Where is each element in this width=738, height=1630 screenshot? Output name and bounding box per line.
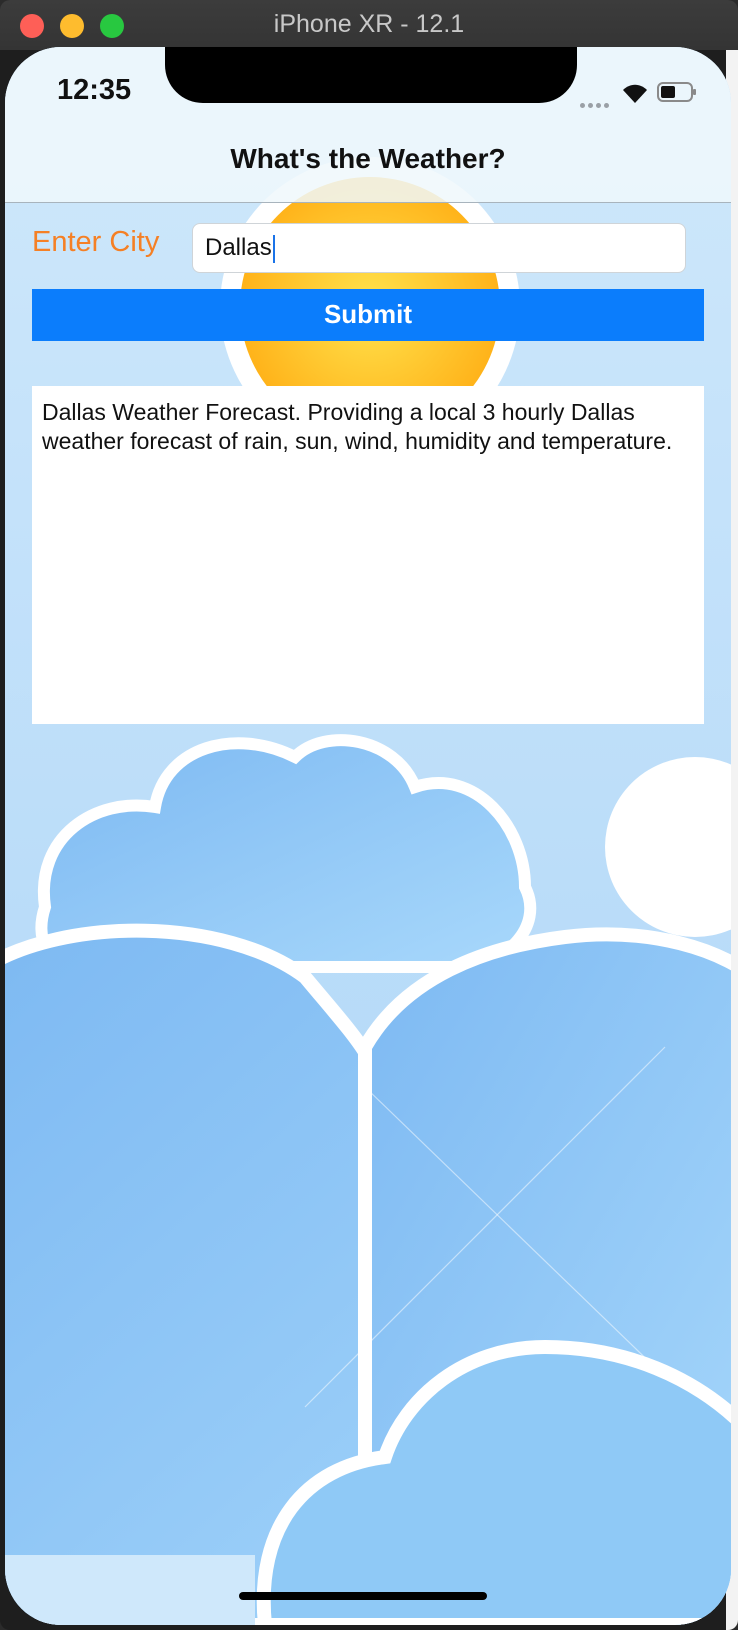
city-input-value: Dallas <box>205 234 272 261</box>
cellular-signal-icon <box>580 95 612 113</box>
battery-icon <box>657 82 696 102</box>
home-indicator[interactable] <box>239 1592 487 1600</box>
forecast-result-text: Dallas Weather Forecast. Providing a loc… <box>32 386 704 724</box>
city-input[interactable]: Dallas <box>192 223 686 273</box>
weather-background-image <box>5 47 731 1625</box>
window-titlebar: iPhone XR - 12.1 <box>0 0 738 50</box>
window-title: iPhone XR - 12.1 <box>273 10 465 38</box>
text-cursor <box>272 234 275 263</box>
simulator-window: iPhone XR - 12.1 What's the Weather? 12:… <box>0 0 738 1630</box>
wifi-icon <box>623 84 647 103</box>
device-notch <box>165 47 577 103</box>
status-bar: 12:35 <box>5 47 731 157</box>
phone-screen: What's the Weather? 12:35 Enter City Dal… <box>5 47 731 1625</box>
status-time: 12:35 <box>57 74 132 106</box>
enter-city-label: Enter City <box>32 226 160 258</box>
submit-button[interactable]: Submit <box>32 289 704 341</box>
